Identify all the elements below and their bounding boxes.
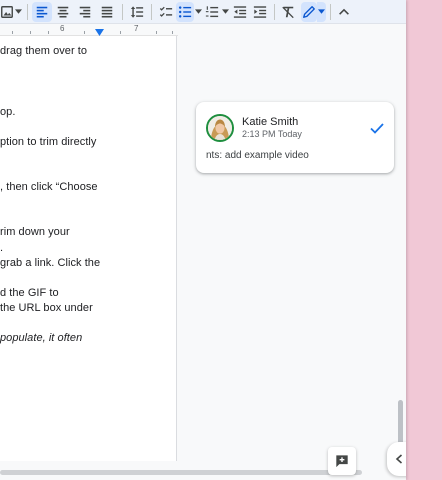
ruler-tick bbox=[30, 31, 31, 34]
caret-down-icon bbox=[15, 9, 22, 14]
caret-down-icon bbox=[318, 9, 325, 14]
side-panel-toggle[interactable] bbox=[387, 442, 406, 476]
clear-formatting-icon bbox=[282, 6, 294, 18]
caret-down-icon bbox=[222, 9, 229, 14]
editing-mode-menu-caret[interactable] bbox=[317, 1, 326, 22]
ruler-mark: 6 bbox=[60, 24, 65, 33]
formatting-toolbar bbox=[0, 0, 406, 24]
document-page[interactable]: drag them over to op. ption to trim dire… bbox=[0, 36, 177, 461]
increase-indent-button[interactable] bbox=[250, 2, 270, 22]
user-avatar-icon bbox=[208, 116, 232, 140]
comment-author: Katie Smith bbox=[242, 116, 299, 128]
add-comment-button[interactable] bbox=[328, 447, 356, 475]
align-right-icon bbox=[79, 6, 91, 18]
decrease-indent-icon bbox=[233, 5, 247, 18]
align-left-icon bbox=[36, 6, 48, 18]
decrease-indent-button[interactable] bbox=[230, 2, 250, 22]
document-text-line: populate, it often bbox=[0, 332, 83, 344]
checklist-button[interactable] bbox=[156, 2, 176, 22]
numbered-list-menu-caret[interactable] bbox=[221, 2, 230, 22]
chevron-up-icon bbox=[339, 8, 349, 15]
bulleted-list-button[interactable] bbox=[176, 1, 194, 22]
document-text-line: drag them over to bbox=[0, 45, 88, 57]
document-text-line: rim down your bbox=[0, 226, 70, 238]
horizontal-scrollbar[interactable] bbox=[0, 470, 362, 475]
add-comment-icon bbox=[336, 455, 348, 468]
align-center-button[interactable] bbox=[52, 2, 74, 22]
avatar bbox=[206, 114, 234, 142]
editing-mode-button[interactable] bbox=[301, 1, 317, 22]
comment-timestamp: 2:13 PM Today bbox=[242, 129, 302, 139]
bulleted-list-icon bbox=[178, 5, 192, 18]
document-text-line: , then click “Choose bbox=[0, 181, 98, 193]
document-text-line: . bbox=[0, 242, 4, 254]
ruler-tick bbox=[156, 31, 157, 34]
ruler-tick bbox=[172, 31, 173, 34]
align-center-icon bbox=[57, 6, 69, 18]
numbered-list-button[interactable] bbox=[203, 2, 221, 22]
numbered-list-icon bbox=[205, 5, 219, 17]
document-text-line: d the GIF to bbox=[0, 287, 59, 299]
document-text-line: the URL box under bbox=[0, 302, 93, 314]
document-text-line: op. bbox=[0, 106, 16, 118]
ruler-tick bbox=[84, 31, 85, 34]
docs-window: 6 7 drag them over to op. ption to trim … bbox=[0, 0, 406, 480]
insert-image-menu-caret[interactable] bbox=[14, 2, 23, 22]
document-text-line: ption to trim directly bbox=[0, 136, 97, 148]
toolbar-divider bbox=[330, 3, 331, 20]
ruler-mark: 7 bbox=[134, 24, 139, 33]
document-text-line: grab a link. Click the bbox=[0, 257, 101, 269]
justify-button[interactable] bbox=[96, 2, 118, 22]
line-spacing-icon bbox=[130, 5, 144, 18]
toolbar-divider bbox=[27, 3, 28, 20]
toolbar-divider bbox=[122, 3, 123, 20]
toolbar-divider bbox=[274, 3, 275, 20]
align-right-button[interactable] bbox=[74, 2, 96, 22]
align-justify-icon bbox=[101, 6, 113, 18]
ruler-tick bbox=[12, 31, 13, 34]
ruler-tick bbox=[48, 31, 49, 34]
checklist-icon bbox=[159, 6, 173, 17]
indent-marker-icon[interactable] bbox=[95, 29, 104, 36]
toolbar-divider bbox=[151, 3, 152, 20]
checkmark-icon bbox=[370, 123, 384, 134]
clear-formatting-button[interactable] bbox=[279, 2, 297, 22]
hide-menus-button[interactable] bbox=[335, 2, 353, 22]
horizontal-ruler[interactable]: 6 7 bbox=[0, 24, 178, 36]
chevron-left-icon bbox=[395, 454, 403, 464]
increase-indent-icon bbox=[253, 5, 267, 18]
comment-card[interactable]: Katie Smith 2:13 PM Today nts: add examp… bbox=[196, 102, 394, 173]
align-left-button[interactable] bbox=[32, 1, 52, 22]
image-icon bbox=[0, 5, 14, 19]
insert-image-button[interactable] bbox=[0, 2, 14, 22]
caret-down-icon bbox=[195, 9, 202, 14]
comment-text: nts: add example video bbox=[206, 150, 309, 161]
bulleted-list-menu-caret[interactable] bbox=[194, 2, 203, 22]
line-spacing-button[interactable] bbox=[127, 2, 147, 22]
pencil-icon bbox=[303, 5, 315, 18]
ruler-tick bbox=[120, 31, 121, 34]
resolve-comment-button[interactable] bbox=[368, 119, 386, 137]
